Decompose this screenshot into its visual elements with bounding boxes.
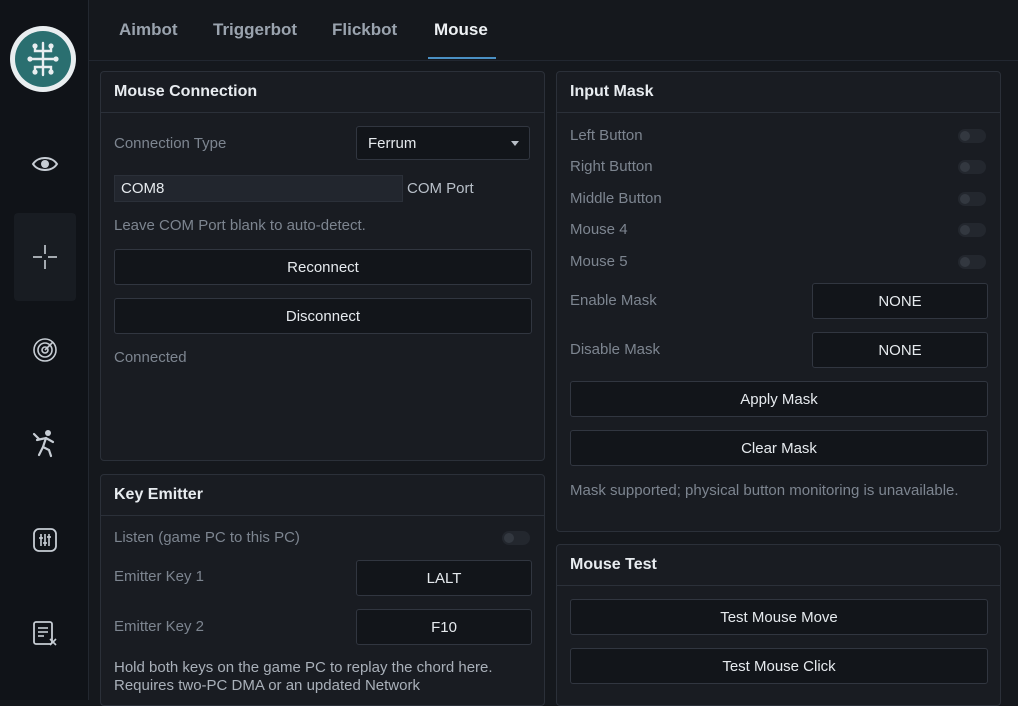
- connection-type-select[interactable]: Ferrum: [356, 126, 530, 160]
- person-icon[interactable]: [14, 399, 76, 487]
- mask-right-button-label: Right Button: [570, 158, 653, 175]
- panel-title: Key Emitter: [101, 475, 544, 516]
- connection-type-value: Ferrum: [368, 134, 417, 152]
- disable-mask-button[interactable]: NONE: [812, 332, 988, 368]
- reconnect-button[interactable]: Reconnect: [114, 249, 532, 285]
- connection-status: Connected: [114, 349, 187, 366]
- mask-mouse5-toggle[interactable]: [958, 255, 986, 269]
- radar-icon[interactable]: [14, 306, 76, 394]
- disable-mask-label: Disable Mask: [570, 341, 661, 358]
- apply-mask-button[interactable]: Apply Mask: [570, 381, 988, 417]
- tab-triggerbot[interactable]: Triggerbot: [213, 20, 297, 40]
- emitter-key-2-label: Emitter Key 2: [114, 618, 205, 635]
- main-area: Aimbot Triggerbot Flickbot Mouse Mouse C…: [89, 0, 1018, 706]
- active-tab-indicator: [428, 57, 496, 59]
- mouse-connection-panel: Mouse Connection Connection Type Ferrum …: [100, 71, 545, 461]
- log-icon[interactable]: [14, 590, 76, 678]
- listen-toggle[interactable]: [502, 531, 530, 545]
- com-port-input[interactable]: COM8: [114, 175, 403, 202]
- crosshair-icon[interactable]: [14, 213, 76, 301]
- com-port-label: COM Port: [407, 180, 474, 197]
- chevron-down-icon: [511, 141, 519, 146]
- panel-title: Input Mask: [557, 72, 1000, 113]
- com-port-value: COM8: [121, 180, 165, 197]
- mouse-test-panel: Mouse Test Test Mouse Move Test Mouse Cl…: [556, 544, 1001, 706]
- sliders-icon[interactable]: [14, 496, 76, 584]
- sidebar: [0, 0, 89, 700]
- test-mouse-click-button[interactable]: Test Mouse Click: [570, 648, 988, 684]
- enable-mask-label: Enable Mask: [570, 292, 657, 309]
- com-port-hint: Leave COM Port blank to auto-detect.: [114, 217, 366, 234]
- clear-mask-button[interactable]: Clear Mask: [570, 430, 988, 466]
- mask-mouse4-toggle[interactable]: [958, 223, 986, 237]
- key-emitter-panel: Key Emitter Listen (game PC to this PC) …: [100, 474, 545, 706]
- key-emitter-note: Hold both keys on the game PC to replay …: [114, 659, 493, 694]
- mask-status-note: Mask supported; physical button monitori…: [570, 482, 959, 499]
- mask-left-button-toggle[interactable]: [958, 129, 986, 143]
- tab-mouse[interactable]: Mouse: [434, 20, 488, 40]
- mask-right-button-toggle[interactable]: [958, 160, 986, 174]
- mask-left-button-label: Left Button: [570, 127, 643, 144]
- input-mask-panel: Input Mask Left Button Right Button Midd…: [556, 71, 1001, 532]
- mask-mouse5-label: Mouse 5: [570, 253, 628, 270]
- tab-flickbot[interactable]: Flickbot: [332, 20, 397, 40]
- emitter-key-2-button[interactable]: F10: [356, 609, 532, 645]
- tab-bar: Aimbot Triggerbot Flickbot Mouse: [89, 0, 1018, 61]
- logo-icon: [10, 26, 76, 92]
- mask-middle-button-label: Middle Button: [570, 190, 662, 207]
- disconnect-button[interactable]: Disconnect: [114, 298, 532, 334]
- panel-title: Mouse Test: [557, 545, 1000, 586]
- emitter-key-1-button[interactable]: LALT: [356, 560, 532, 596]
- mask-middle-button-toggle[interactable]: [958, 192, 986, 206]
- emitter-key-1-label: Emitter Key 1: [114, 568, 205, 585]
- panel-title: Mouse Connection: [101, 72, 544, 113]
- listen-label: Listen (game PC to this PC): [114, 529, 300, 546]
- enable-mask-button[interactable]: NONE: [812, 283, 988, 319]
- eye-icon[interactable]: [14, 120, 76, 208]
- mask-mouse4-label: Mouse 4: [570, 221, 628, 238]
- connection-type-label: Connection Type: [114, 135, 227, 152]
- test-mouse-move-button[interactable]: Test Mouse Move: [570, 599, 988, 635]
- tab-aimbot[interactable]: Aimbot: [119, 20, 178, 40]
